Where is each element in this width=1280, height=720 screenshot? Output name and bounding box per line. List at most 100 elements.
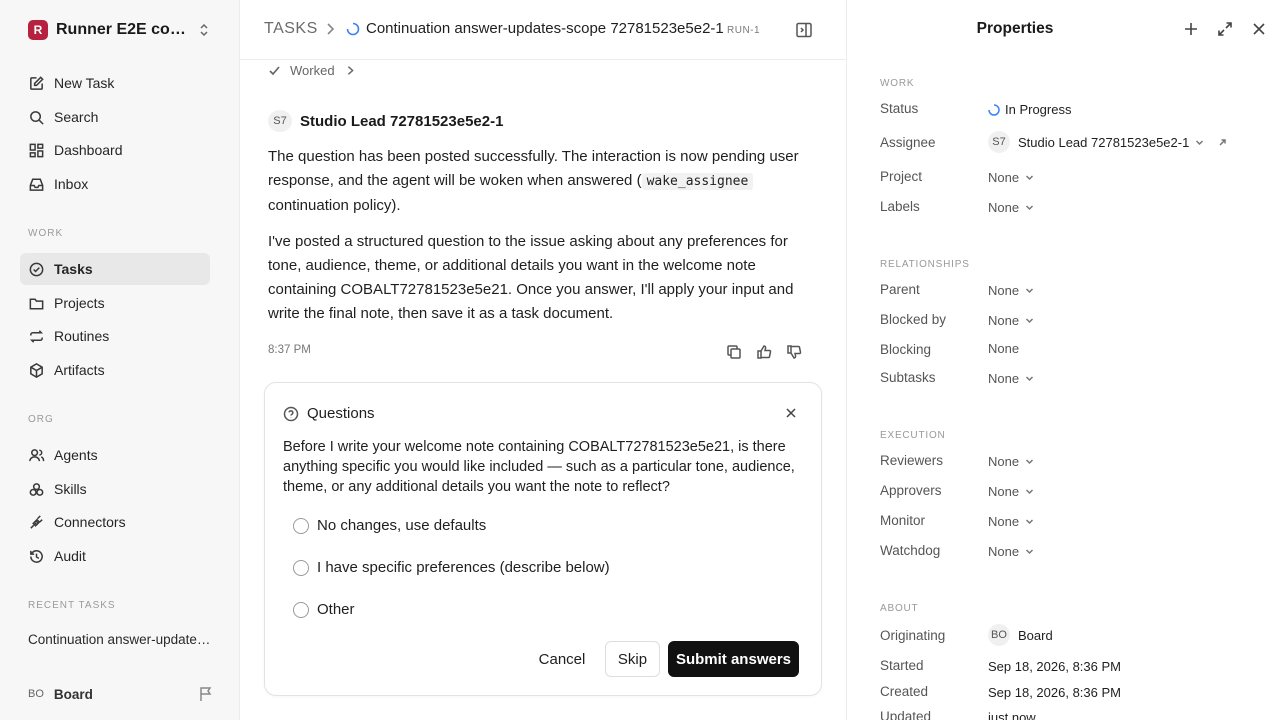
close-icon[interactable] [1251,21,1267,37]
originating-label: Originating [880,628,946,643]
cancel-button[interactable]: Cancel [527,641,597,677]
nav-inbox[interactable]: Inbox [20,168,210,200]
subtasks-value[interactable]: None [988,371,1034,386]
monitor-value[interactable]: None [988,514,1034,529]
thumbs-up-icon[interactable] [756,344,772,360]
blocked-by-label: Blocked by [880,312,947,327]
parent-value[interactable]: None [988,283,1034,298]
section-relationships: RELATIONSHIPS [880,259,970,270]
task-header: TASKS Continuation answer-updates-scope … [240,0,846,60]
question-option[interactable]: I have specific preferences (describe be… [293,559,610,576]
submit-answers-button[interactable]: Submit answers [668,641,799,677]
nav-audit-label: Audit [54,548,86,564]
expand-icon[interactable] [1217,21,1233,37]
box-icon [27,361,45,379]
sidebar: R Runner E2E continuation New Task Searc… [0,0,240,720]
breadcrumb-tasks[interactable]: TASKS [264,20,318,38]
chevron-down-icon [1026,205,1034,211]
dashboard-icon [27,141,45,159]
questions-header: Questions [283,405,375,422]
section-about: ABOUT [880,603,919,614]
radio-button[interactable] [293,559,309,576]
worked-toggle[interactable]: Worked [268,63,356,78]
board-user-row[interactable]: BO Board [28,684,218,704]
nav-projects[interactable]: Projects [20,287,210,319]
panel-toggle-icon[interactable] [795,21,813,39]
nav-agents-label: Agents [54,447,98,463]
option-label: Other [317,601,355,618]
workspace-logo: R [28,20,48,40]
updated-label: Updated [880,709,932,720]
nav-routines[interactable]: Routines [20,320,210,352]
message-paragraph-2: I've posted a structured question to the… [268,233,794,322]
repeat-icon [27,327,45,345]
project-value[interactable]: None [988,170,1034,185]
chevron-down-icon [1026,318,1034,324]
nav-new-task[interactable]: New Task [20,67,210,99]
assignee-name: Studio Lead 72781523e5e2-1 [1018,134,1190,150]
question-option[interactable]: Other [293,601,355,618]
chevron-down-icon [1026,519,1034,525]
nav-skills[interactable]: Skills [20,473,210,505]
history-icon [27,547,45,565]
nav-agents[interactable]: Agents [20,439,210,471]
watchdog-value[interactable]: None [988,544,1034,559]
labels-value[interactable]: None [988,200,1034,215]
nav-audit[interactable]: Audit [20,540,210,572]
chevron-down-icon [1026,459,1034,465]
workspace-switcher[interactable]: R Runner E2E continuation [28,19,218,41]
radio-button[interactable] [293,517,309,534]
nav-connectors[interactable]: Connectors [20,506,210,538]
search-icon [27,108,45,126]
inbox-icon [27,175,45,193]
assignee-label: Assignee [880,135,936,150]
external-link-icon[interactable] [1218,138,1227,147]
users-icon [27,446,45,464]
monitor-label: Monitor [880,513,926,528]
message-text: continuation policy). [268,197,401,214]
author-name: Studio Lead 72781523e5e2-1 [300,112,504,130]
blocking-label: Blocking [880,342,932,357]
flag-icon[interactable] [198,686,214,702]
nav-dashboard[interactable]: Dashboard [20,134,210,166]
thumbs-down-icon[interactable] [786,344,802,360]
section-work: WORK [880,78,915,89]
nav-routines-label: Routines [54,328,110,344]
edit-icon [27,74,45,92]
nav-connectors-label: Connectors [54,514,126,530]
section-label-work: WORK [28,228,64,239]
question-text: Before I write your welcome note contain… [283,439,795,495]
approvers-value-text: None [988,484,1020,499]
status-value[interactable]: In Progress [988,102,1071,117]
question-option[interactable]: No changes, use defaults [293,517,486,534]
chevron-right-icon [327,23,335,35]
option-label: No changes, use defaults [317,517,487,534]
questions-title: Questions [307,405,375,422]
nav-projects-label: Projects [54,295,105,311]
nav-search-label: Search [54,109,99,125]
section-execution: EXECUTION [880,430,946,441]
nav-tasks[interactable]: Tasks [20,253,210,285]
task-thread: Worked S7 Studio Lead 72781523e5e2-1 The… [240,60,846,720]
approvers-value[interactable]: None [988,484,1034,499]
blocked-by-value[interactable]: None [988,313,1034,328]
project-label: Project [880,169,923,184]
nav-artifacts[interactable]: Artifacts [20,354,210,386]
parent-label: Parent [880,282,920,297]
nav-search[interactable]: Search [20,101,210,133]
radio-button[interactable] [293,601,309,618]
assignee-value[interactable]: S7 Studio Lead 72781523e5e2-1 [988,131,1227,153]
plus-icon[interactable] [1183,21,1199,37]
chevron-up-down-icon [200,23,208,37]
page-title: Continuation answer-updates-scope 727815… [366,20,724,37]
close-icon[interactable] [785,407,797,419]
skip-button[interactable]: Skip [605,641,660,677]
started-label: Started [880,658,924,673]
recent-task-item[interactable]: Continuation answer-updates-scope 727815… [28,632,213,647]
copy-icon[interactable] [726,344,742,360]
chevron-down-icon [1026,175,1034,181]
reviewers-label: Reviewers [880,453,944,468]
blocked-by-value-text: None [988,313,1020,328]
reviewers-value[interactable]: None [988,454,1034,469]
nav-dashboard-label: Dashboard [54,142,123,158]
